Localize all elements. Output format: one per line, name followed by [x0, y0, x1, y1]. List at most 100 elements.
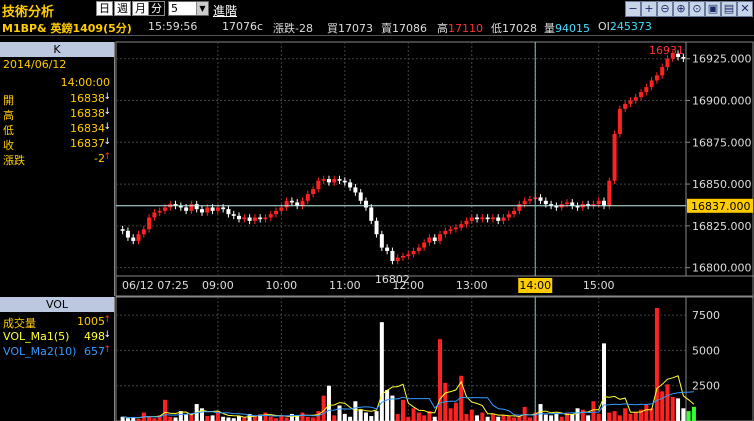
candle-body: [512, 210, 517, 215]
volume-bar: [263, 412, 268, 421]
candle-body: [422, 242, 427, 248]
zoom-out-icon[interactable]: ⊖: [657, 1, 673, 17]
volume-bar: [131, 417, 136, 421]
zoom-fit-icon[interactable]: ⊙: [689, 1, 705, 17]
candle-body: [215, 207, 220, 211]
candle-body: [379, 234, 384, 248]
price-info-panel: K 2014/06/12 14:00:00 開 16838 ↓ 高 16838 ↓ 低 168…: [0, 42, 115, 296]
volume-bar: [512, 417, 517, 421]
candle-body: [194, 204, 199, 210]
candle-body: [316, 180, 321, 190]
candle-body: [432, 237, 437, 241]
candle-body: [263, 217, 268, 220]
high-annotation: 16931: [649, 44, 684, 57]
period-button-0[interactable]: 日: [96, 1, 113, 16]
candle-body: [305, 194, 310, 201]
volume-bar: [617, 415, 622, 421]
volume-info-row: VOL_Ma1(5) 498 ↓: [3, 330, 111, 344]
volume-bar: [316, 411, 321, 421]
price-tick-label: 16850.000: [692, 178, 752, 191]
candle-body: [453, 227, 458, 230]
volume-panel-frame: [115, 296, 754, 421]
volume-bar: [358, 409, 363, 421]
save-icon[interactable]: ▣: [705, 1, 721, 17]
candle-body: [480, 217, 485, 220]
volume-bar: [575, 408, 580, 421]
volume-bar: [363, 412, 368, 421]
volume-bar: [416, 412, 421, 421]
minus-icon[interactable]: −: [625, 1, 641, 17]
candle-body: [395, 257, 400, 261]
volume-bar: [189, 413, 194, 421]
quote-ask: 賣17086: [381, 22, 427, 35]
info-value: 16834: [70, 122, 105, 135]
period-button-3[interactable]: 分: [148, 1, 165, 16]
info-value: 498: [84, 330, 105, 343]
candle-body: [475, 217, 480, 220]
candle-body: [131, 237, 136, 241]
arrow-icon: ↓: [103, 137, 111, 147]
candle-body: [226, 209, 231, 215]
candle-body: [385, 247, 390, 251]
interval-value: 5: [171, 2, 178, 15]
volume-bar: [332, 415, 337, 421]
candle-body: [459, 224, 464, 228]
volume-bar: [157, 415, 162, 421]
interval-select[interactable]: 5 ▼: [168, 1, 209, 16]
advanced-link[interactable]: 進階: [213, 2, 237, 19]
quote-change: 漲跌-28: [273, 22, 313, 35]
candle-body: [538, 197, 543, 201]
price-info-row: 漲跌 -2 ↑: [3, 152, 111, 167]
price-info-row: 低 16834 ↓: [3, 122, 111, 137]
volume-bar: [247, 413, 252, 421]
volume-bar: [237, 416, 242, 421]
period-button-2[interactable]: 月: [132, 1, 149, 16]
volume-bar: [607, 412, 612, 421]
zoom-in-icon[interactable]: ⊕: [673, 1, 689, 17]
info-value: 1005: [77, 315, 105, 328]
volume-bar: [490, 413, 495, 421]
period-button-1[interactable]: 週: [114, 1, 131, 16]
quote-time: 15:59:56: [148, 20, 198, 33]
price-tick-label: 16825.000: [692, 220, 752, 233]
candle-body: [242, 217, 247, 220]
candle-body: [184, 207, 189, 211]
candle-body: [607, 180, 612, 206]
volume-bar: [691, 406, 696, 421]
volume-bar: [649, 408, 654, 421]
candle-body: [464, 220, 469, 225]
candle-body: [311, 189, 316, 195]
info-label: 漲跌: [3, 154, 25, 167]
volume-bar: [522, 406, 527, 421]
candle-body: [295, 202, 300, 206]
candle-body: [358, 192, 363, 201]
volume-bar: [385, 389, 390, 421]
volume-bar: [485, 416, 490, 421]
candle-body: [279, 207, 284, 211]
candle-body: [342, 180, 347, 183]
volume-bar: [480, 412, 485, 421]
volume-bar: [289, 413, 294, 421]
volume-bar: [162, 399, 167, 421]
candle-body: [438, 234, 443, 241]
quote-bar: M1BP& 英鎊1409(5分) 15:59:56 17076c 漲跌-28 買…: [0, 18, 754, 36]
volume-bar: [570, 413, 575, 421]
candle-body: [231, 214, 236, 216]
plus-icon[interactable]: +: [641, 1, 657, 17]
arrow-icon: ↓: [103, 330, 111, 340]
volume-bar: [686, 411, 691, 421]
candle-body: [623, 103, 628, 109]
price-tick-label: 16875.000: [692, 136, 752, 149]
time-tick-label: 11:00: [329, 279, 361, 292]
time-tick-label: 10:00: [265, 279, 297, 292]
candle-body: [274, 210, 279, 215]
volume-bar: [665, 384, 670, 421]
price-panel-frame: [115, 41, 754, 297]
volume-bar: [215, 411, 220, 421]
chevron-down-icon[interactable]: ▼: [196, 2, 208, 15]
candle-body: [522, 200, 527, 205]
volume-bar: [427, 411, 432, 421]
price-panel-header: K: [0, 42, 114, 57]
close-icon[interactable]: ✕: [737, 1, 753, 17]
print-icon[interactable]: ▤: [721, 1, 737, 17]
